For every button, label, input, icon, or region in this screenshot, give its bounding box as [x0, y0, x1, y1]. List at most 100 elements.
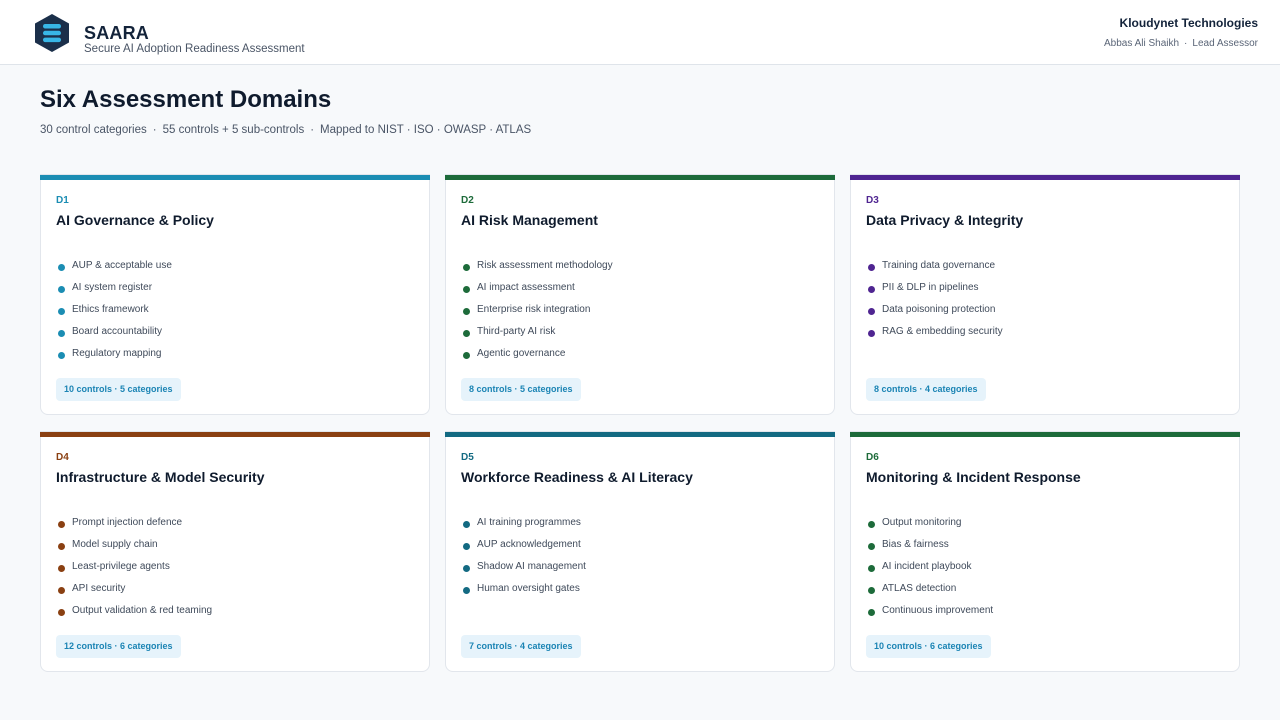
- list-item-label: API security: [72, 583, 126, 594]
- bullet-dot-icon: [58, 308, 65, 315]
- meta-categories: 30 control categories: [40, 124, 147, 136]
- bullet-dot-icon: [58, 352, 65, 359]
- bullet-dot-icon: [58, 609, 65, 616]
- domain-code: D3: [866, 195, 879, 206]
- list-item: AI training programmes: [461, 516, 586, 538]
- list-item: Least-privilege agents: [56, 560, 212, 582]
- bullet-dot-icon: [58, 330, 65, 337]
- list-item: Third-party AI risk: [461, 325, 613, 347]
- domain-title: Monitoring & Incident Response: [866, 469, 1081, 485]
- list-item-label: Agentic governance: [477, 348, 566, 359]
- list-item-label: Third-party AI risk: [477, 326, 556, 337]
- bullet-dot-icon: [868, 308, 875, 315]
- bullet-dot-icon: [868, 521, 875, 528]
- list-item-label: Human oversight gates: [477, 583, 580, 594]
- brand-title: SAARA: [84, 23, 150, 43]
- list-item-label: Board accountability: [72, 326, 163, 337]
- bullet-dot-icon: [868, 286, 875, 293]
- list-item: Output monitoring: [866, 516, 993, 538]
- bullet-dot-icon: [58, 543, 65, 550]
- brand-subtitle: Secure AI Adoption Readiness Assessment: [84, 43, 305, 55]
- bullet-dot-icon: [463, 286, 470, 293]
- list-item: AI incident playbook: [866, 560, 993, 582]
- controls-count-badge: 10 controls · 6 categories: [866, 635, 991, 658]
- bullet-dot-icon: [58, 521, 65, 528]
- list-item: Enterprise risk integration: [461, 303, 613, 325]
- list-item-label: ATLAS detection: [882, 583, 957, 594]
- bullet-dot-icon: [868, 543, 875, 550]
- list-item: Continuous improvement: [866, 604, 993, 626]
- list-item-label: Risk assessment methodology: [477, 260, 613, 271]
- domain-title: Data Privacy & Integrity: [866, 212, 1024, 228]
- page-title: Six Assessment Domains: [40, 86, 332, 113]
- meta-mapping: Mapped to NIST · ISO · OWASP · ATLAS: [320, 124, 532, 136]
- domain-code: D5: [461, 452, 474, 463]
- domain-card-d6[interactable]: D6 Monitoring & Incident Response Output…: [850, 431, 1240, 672]
- controls-count-badge: 7 controls · 4 categories: [461, 635, 581, 658]
- bullet-dot-icon: [463, 330, 470, 337]
- list-item-label: PII & DLP in pipelines: [882, 282, 979, 293]
- list-item: AI system register: [56, 281, 172, 303]
- domain-card-d2[interactable]: D2 AI Risk Management Risk assessment me…: [445, 174, 835, 415]
- page-meta: 30 control categories · 55 controls + 5 su…: [40, 124, 531, 136]
- organization-name: Kloudynet Technologies: [1119, 16, 1258, 30]
- domain-title: Infrastructure & Model Security: [56, 469, 265, 485]
- bullet-dot-icon: [868, 264, 875, 271]
- domain-item-list: Prompt injection defence Model supply ch…: [56, 516, 212, 626]
- domain-card-d1[interactable]: D1 AI Governance & Policy AUP & acceptab…: [40, 174, 430, 415]
- controls-count-badge: 8 controls · 5 categories: [461, 378, 581, 401]
- list-item-label: AI impact assessment: [477, 282, 575, 293]
- list-item: PII & DLP in pipelines: [866, 281, 1003, 303]
- list-item-label: Regulatory mapping: [72, 348, 162, 359]
- domain-title: AI Governance & Policy: [56, 212, 214, 228]
- domain-item-list: Risk assessment methodology AI impact as…: [461, 259, 613, 369]
- assessor-role: Lead Assessor: [1192, 38, 1258, 49]
- list-item: RAG & embedding security: [866, 325, 1003, 347]
- list-item: Training data governance: [866, 259, 1003, 281]
- list-item: Data poisoning protection: [866, 303, 1003, 325]
- list-item: Shadow AI management: [461, 560, 586, 582]
- list-item: AUP & acceptable use: [56, 259, 172, 281]
- domain-card-d3[interactable]: D3 Data Privacy & Integrity Training dat…: [850, 174, 1240, 415]
- list-item: Ethics framework: [56, 303, 172, 325]
- list-item-label: RAG & embedding security: [882, 326, 1003, 337]
- controls-count-badge: 12 controls · 6 categories: [56, 635, 181, 658]
- bullet-dot-icon: [58, 587, 65, 594]
- list-item-label: AI system register: [72, 282, 153, 293]
- list-item: AI impact assessment: [461, 281, 613, 303]
- list-item-label: Prompt injection defence: [72, 517, 183, 528]
- list-item-label: AI incident playbook: [882, 561, 972, 572]
- domain-code: D1: [56, 195, 69, 206]
- bullet-dot-icon: [58, 565, 65, 572]
- list-item-label: Continuous improvement: [882, 605, 994, 616]
- domain-item-list: Output monitoring Bias & fairness AI inc…: [866, 516, 993, 626]
- domain-item-list: AI training programmes AUP acknowledgeme…: [461, 516, 586, 604]
- list-item-label: Output monitoring: [882, 517, 962, 528]
- domain-card-d5[interactable]: D5 Workforce Readiness & AI Literacy AI …: [445, 431, 835, 672]
- card-accent-bar: [850, 432, 1240, 437]
- list-item-label: AUP acknowledgement: [477, 539, 581, 550]
- saara-logo-icon: [35, 14, 69, 52]
- bullet-dot-icon: [463, 264, 470, 271]
- domain-item-list: AUP & acceptable use AI system register …: [56, 259, 172, 369]
- list-item: Risk assessment methodology: [461, 259, 613, 281]
- card-accent-bar: [445, 432, 835, 437]
- list-item: Output validation & red teaming: [56, 604, 212, 626]
- card-accent-bar: [445, 175, 835, 180]
- domain-code: D2: [461, 195, 474, 206]
- list-item-label: Data poisoning protection: [882, 304, 996, 315]
- assessor-separator: ·: [1184, 38, 1188, 49]
- domain-card-d4[interactable]: D4 Infrastructure & Model Security Promp…: [40, 431, 430, 672]
- app-header: SAARA Secure AI Adoption Readiness Asses…: [0, 0, 1280, 65]
- bullet-dot-icon: [868, 330, 875, 337]
- list-item-label: Model supply chain: [72, 539, 158, 550]
- list-item: Prompt injection defence: [56, 516, 212, 538]
- controls-count-badge: 8 controls · 4 categories: [866, 378, 986, 401]
- controls-count-badge: 10 controls · 5 categories: [56, 378, 181, 401]
- list-item-label: Ethics framework: [72, 304, 149, 315]
- bullet-dot-icon: [463, 352, 470, 359]
- list-item: AUP acknowledgement: [461, 538, 586, 560]
- domain-title: Workforce Readiness & AI Literacy: [461, 469, 693, 485]
- meta-separator: ·: [152, 124, 157, 136]
- domain-item-list: Training data governance PII & DLP in pi…: [866, 259, 1003, 347]
